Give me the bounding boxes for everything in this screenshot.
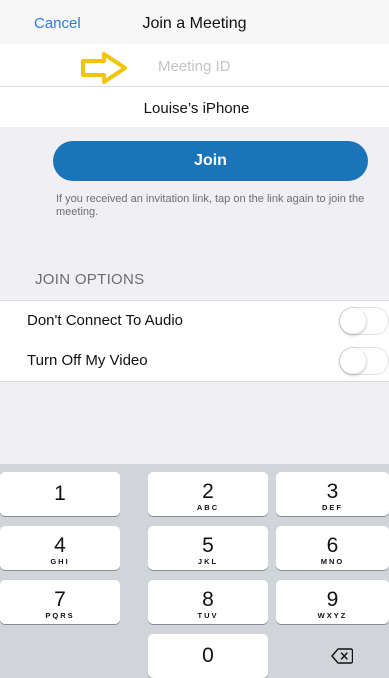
key-letters: GHI: [50, 557, 70, 566]
key-8[interactable]: 8 TUV: [148, 580, 268, 624]
key-9[interactable]: 9 WXYZ: [276, 580, 389, 624]
join-button[interactable]: Join: [53, 141, 368, 181]
meeting-id-row: [0, 44, 389, 87]
key-4[interactable]: 4 GHI: [0, 526, 120, 570]
key-letters: JKL: [197, 557, 219, 566]
join-options-header: JOIN OPTIONS: [35, 271, 145, 288]
device-name-row: [0, 87, 389, 127]
key-0[interactable]: 0: [148, 634, 268, 678]
key-letters: PQRS: [45, 611, 75, 620]
key-letters: MNO: [320, 557, 345, 566]
audio-toggle[interactable]: [339, 307, 389, 335]
key-digit: 6: [326, 534, 339, 557]
option-row-audio: Don't Connect To Audio: [0, 300, 389, 342]
key-digit: 0: [202, 644, 214, 667]
annotation-arrow-icon: [81, 52, 127, 84]
key-digit: 7: [54, 588, 66, 611]
navigation-bar: Cancel Join a Meeting: [0, 0, 389, 50]
toggle-knob: [340, 308, 366, 334]
join-hint-text: If you received an invitation link, tap …: [56, 193, 365, 218]
device-name-input[interactable]: [0, 95, 389, 121]
delete-key[interactable]: [276, 634, 389, 678]
key-2[interactable]: 2 ABC: [148, 472, 268, 516]
numeric-keypad: 1 2 ABC 3 DEF 4 GHI 5 JKL 6 MNO 7 PQRS 8…: [0, 464, 389, 678]
key-digit: 1: [54, 482, 66, 505]
key-letters: TUV: [197, 611, 219, 620]
option-label-audio: Don't Connect To Audio: [27, 312, 184, 329]
key-5[interactable]: 5 JKL: [148, 526, 268, 570]
key-3[interactable]: 3 DEF: [276, 472, 389, 516]
key-digit: 4: [54, 534, 66, 557]
key-digit: 8: [202, 588, 214, 611]
key-digit: 5: [202, 534, 214, 557]
key-6[interactable]: 6 MNO: [276, 526, 389, 570]
page-title: Join a Meeting: [142, 15, 247, 32]
key-digit: 2: [202, 480, 214, 503]
option-row-video: Turn Off My Video: [0, 341, 389, 382]
key-7[interactable]: 7 PQRS: [0, 580, 120, 624]
backspace-icon: [331, 648, 353, 664]
key-letters: WXYZ: [317, 611, 348, 620]
key-letters: DEF: [322, 503, 343, 512]
toggle-knob: [340, 348, 366, 374]
key-1[interactable]: 1: [0, 472, 120, 516]
option-label-video: Turn Off My Video: [27, 352, 148, 369]
key-letters: ABC: [196, 503, 220, 512]
key-digit: 3: [326, 480, 339, 503]
meeting-id-input[interactable]: [156, 53, 370, 79]
key-digit: 9: [326, 588, 339, 611]
video-toggle[interactable]: [339, 347, 389, 375]
